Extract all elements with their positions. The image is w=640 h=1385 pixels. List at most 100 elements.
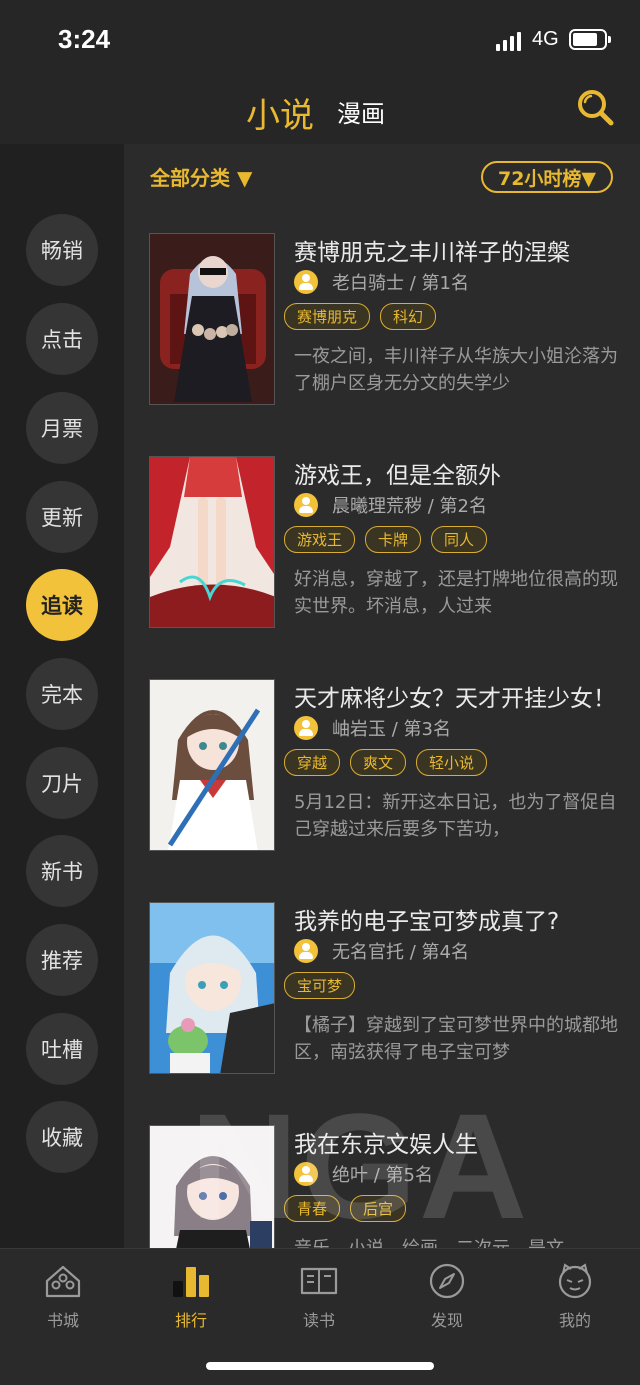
battery-icon xyxy=(569,29,611,50)
sidebar-item-label: 新书 xyxy=(41,860,83,884)
sidebar-item-label: 更新 xyxy=(41,506,83,530)
author-rank: 绝叶 / 第5名 xyxy=(332,1165,433,1186)
tab-discover[interactable]: 发现 xyxy=(402,1261,492,1331)
author-row: 岫岩玉 / 第3名 xyxy=(294,715,451,741)
book-item[interactable]: 游戏王，但是全额外 晨曦理荒秽 / 第2名 游戏王 卡牌 同人 好消息，穿越了，… xyxy=(124,456,640,656)
tab-label: 书城 xyxy=(46,1311,79,1330)
book-cover xyxy=(149,1125,275,1248)
sidebar-item-label: 推荐 xyxy=(41,949,83,973)
book-description: 5月12日：新开这本日记，也为了督促自己穿越过来后要多下苦功， xyxy=(294,792,617,840)
book-title: 游戏王，但是全额外 xyxy=(294,463,501,489)
sidebar-item-completed[interactable]: 完本 xyxy=(26,658,98,730)
author-row: 无名官托 / 第4名 xyxy=(294,938,469,964)
author-row: 老白骑士 / 第1名 xyxy=(294,269,469,295)
tag[interactable]: 同人 xyxy=(431,526,488,553)
book-title: 赛博朋克之丰川祥子的涅槃 xyxy=(294,240,570,266)
tag[interactable]: 赛博朋克 xyxy=(284,303,371,330)
book-description: 好消息，穿越了，还是打牌地位很高的现实世界。坏消息，人过来 xyxy=(294,569,618,617)
tag-list: 游戏王 卡牌 同人 xyxy=(284,526,488,553)
book-description: 音乐、小说、绘画、二次元，是文 xyxy=(294,1235,624,1248)
tab-label: 读书 xyxy=(302,1311,335,1330)
author-avatar-icon xyxy=(294,1162,318,1186)
tag-list: 赛博朋克 科幻 xyxy=(284,303,437,330)
home-icon xyxy=(45,1265,81,1298)
tab-mine[interactable]: 我的 xyxy=(530,1261,620,1331)
sidebar-item-blades[interactable]: 刀片 xyxy=(26,747,98,819)
book-cover xyxy=(149,233,275,405)
all-categories-filter[interactable]: 全部分类 ▼ xyxy=(150,162,252,191)
sidebar-item-favorites[interactable]: 收藏 xyxy=(26,1101,98,1173)
tag-list: 穿越 爽文 轻小说 xyxy=(284,749,488,776)
tab-bookstore[interactable]: 书城 xyxy=(18,1261,108,1331)
sidebar-item-label: 月票 xyxy=(41,417,83,441)
status-bar: 3:24 4G xyxy=(0,0,640,84)
book-cover xyxy=(149,902,275,1074)
sidebar-item-bestselling[interactable]: 畅销 xyxy=(26,214,98,286)
sidebar-item-updates[interactable]: 更新 xyxy=(26,481,98,553)
book-cover xyxy=(149,679,275,851)
author-rank: 岫岩玉 / 第3名 xyxy=(332,719,451,740)
author-avatar-icon xyxy=(294,270,318,294)
tab-novel[interactable]: 小说 xyxy=(246,88,314,137)
book-description: 一夜之间，丰川祥子从华族大小姐沦落为了棚户区身无分文的失学少 xyxy=(294,346,618,394)
tab-ranking[interactable]: 排行 xyxy=(146,1261,236,1331)
tag-list: 青春 后宫 xyxy=(284,1195,407,1222)
tag[interactable]: 爽文 xyxy=(350,749,407,776)
sidebar-item-new-books[interactable]: 新书 xyxy=(26,835,98,907)
sidebar-item-label: 畅销 xyxy=(41,239,83,263)
search-icon xyxy=(578,90,614,126)
tab-label: 我的 xyxy=(558,1311,591,1330)
network-label: 4G xyxy=(532,28,559,50)
tag-list: 宝可梦 xyxy=(284,972,356,999)
category-sidebar: 畅销 点击 月票 更新 追读 完本 刀片 新书 推荐 吐槽 收藏 xyxy=(0,144,124,1248)
author-avatar-icon xyxy=(294,716,318,740)
book-cover xyxy=(149,456,275,628)
tab-comic[interactable]: 漫画 xyxy=(337,94,385,129)
sidebar-item-label: 追读 xyxy=(41,594,83,618)
sidebar-item-monthly-votes[interactable]: 月票 xyxy=(26,392,98,464)
tag[interactable]: 科幻 xyxy=(380,303,437,330)
sidebar-item-recommended[interactable]: 推荐 xyxy=(26,924,98,996)
sidebar-item-following[interactable]: 追读 xyxy=(26,569,98,641)
sidebar-item-label: 完本 xyxy=(41,683,83,707)
tag[interactable]: 穿越 xyxy=(284,749,341,776)
book-item[interactable]: 天才麻将少女？天才开挂少女！ 岫岩玉 / 第3名 穿越 爽文 轻小说 5月12日… xyxy=(124,679,640,879)
author-rank: 老白骑士 / 第1名 xyxy=(332,273,469,294)
book-item[interactable]: 我在东京文娱人生 绝叶 / 第5名 青春 后宫 音乐、小说、绘画、二次元，是文 xyxy=(124,1125,640,1248)
author-rank: 无名官托 / 第4名 xyxy=(332,942,469,963)
book-item[interactable]: 赛博朋克之丰川祥子的涅槃 老白骑士 / 第1名 赛博朋克 科幻 一夜之间，丰川祥… xyxy=(124,233,640,433)
ranking-icon xyxy=(173,1267,209,1297)
book-item[interactable]: 我养的电子宝可梦成真了? 无名官托 / 第4名 宝可梦 【橘子】穿越到了宝可梦世… xyxy=(124,902,640,1102)
book-title: 我在东京文娱人生 xyxy=(294,1132,478,1158)
tab-label: 排行 xyxy=(174,1311,207,1330)
tag[interactable]: 青春 xyxy=(284,1195,341,1222)
sidebar-item-label: 刀片 xyxy=(41,772,83,796)
tag[interactable]: 卡牌 xyxy=(365,526,422,553)
author-row: 绝叶 / 第5名 xyxy=(294,1161,433,1187)
tab-reading[interactable]: 读书 xyxy=(274,1261,364,1331)
ranking-period-dropdown[interactable]: 72小时榜▼ xyxy=(481,161,613,193)
tag[interactable]: 游戏王 xyxy=(284,526,356,553)
sidebar-item-comments[interactable]: 吐槽 xyxy=(26,1013,98,1085)
search-button[interactable] xyxy=(574,86,616,128)
author-row: 晨曦理荒秽 / 第2名 xyxy=(294,492,487,518)
tag[interactable]: 宝可梦 xyxy=(284,972,356,999)
sidebar-item-label: 点击 xyxy=(41,328,83,352)
book-title: 我养的电子宝可梦成真了? xyxy=(294,909,560,935)
book-description: 【橘子】穿越到了宝可梦世界中的城都地区，南弦获得了电子宝可梦 xyxy=(294,1015,618,1063)
author-rank: 晨曦理荒秽 / 第2名 xyxy=(332,496,487,517)
sidebar-item-label: 吐槽 xyxy=(41,1038,83,1062)
book-icon xyxy=(300,1267,338,1295)
compass-icon xyxy=(429,1263,465,1299)
ranking-list: 全部分类 ▼ 72小时榜▼ 赛博朋克之丰川祥子的涅槃 老白骑士 / 第1名 赛博… xyxy=(124,144,640,1248)
author-avatar-icon xyxy=(294,939,318,963)
signal-icon xyxy=(496,31,522,51)
tag[interactable]: 后宫 xyxy=(350,1195,407,1222)
tag[interactable]: 轻小说 xyxy=(416,749,488,776)
status-time: 3:24 xyxy=(58,24,111,54)
author-avatar-icon xyxy=(294,493,318,517)
book-title: 天才麻将少女？天才开挂少女！ xyxy=(294,686,616,712)
top-nav: 小说 漫画 xyxy=(0,84,640,144)
sidebar-item-clicks[interactable]: 点击 xyxy=(26,303,98,375)
home-indicator xyxy=(206,1362,434,1370)
